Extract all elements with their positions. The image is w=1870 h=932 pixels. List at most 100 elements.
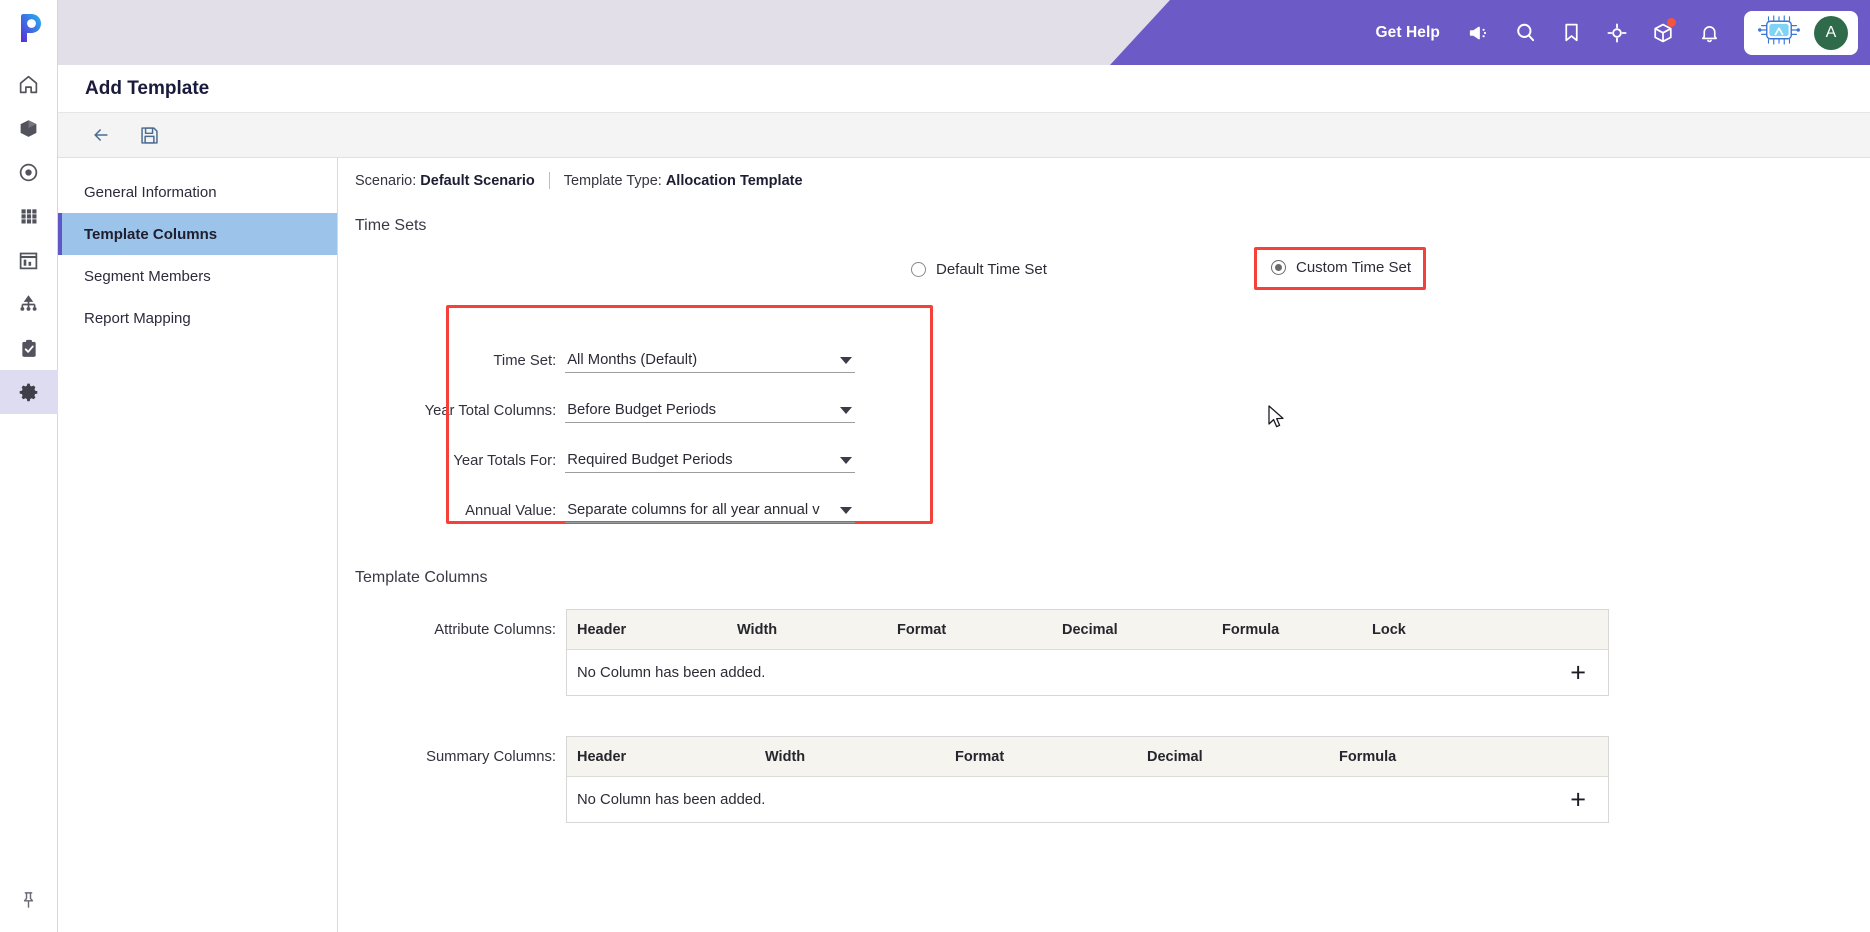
left-rail (0, 0, 58, 932)
nav-item-report-mapping[interactable]: Report Mapping (58, 297, 337, 339)
table-empty-row: No Column has been added. + (567, 777, 1608, 822)
app-logo[interactable] (0, 0, 58, 56)
template-columns-heading: Template Columns (355, 569, 488, 586)
field-label: Time Set: (493, 353, 557, 369)
year-total-columns-select[interactable]: Before Budget Periods (565, 402, 855, 423)
field-label: Year Totals For: (453, 453, 557, 469)
attribute-columns-table: Header Width Format Decimal Formula Lock… (566, 609, 1609, 696)
field-time-set: Time Set: All Months (Default) (394, 323, 855, 373)
field-year-totals-for: Year Totals For: Required Budget Periods (394, 423, 855, 473)
avatar[interactable]: A (1814, 15, 1848, 50)
nav-item-template-columns[interactable]: Template Columns (58, 213, 337, 255)
target-icon (18, 162, 39, 183)
back-button[interactable] (80, 118, 122, 152)
main-panel: Scenario: Default Scenario Template Type… (338, 158, 1870, 932)
crosshair-icon (1606, 22, 1628, 44)
template-type-value: Allocation Template (665, 172, 803, 189)
column-header-formula: Formula (1222, 621, 1280, 638)
scenario-value: Default Scenario (420, 172, 535, 189)
content-area: General Information Template Columns Seg… (58, 158, 1870, 932)
app-root: Get Help A Add Template General Informat… (0, 0, 1870, 932)
nav-item-label: Report Mapping (84, 309, 191, 327)
rail-item-targets[interactable] (0, 150, 58, 194)
template-type-label: Template Type: (563, 172, 662, 189)
navigator-button[interactable] (1594, 9, 1640, 57)
column-header-header: Header (577, 621, 627, 638)
radio-label: Default Time Set (936, 261, 1047, 278)
add-attribute-column-button[interactable]: + (1570, 659, 1586, 686)
pushpin-icon (19, 890, 38, 915)
rail-item-grid[interactable] (0, 194, 58, 238)
column-header-formula: Formula (1339, 748, 1397, 765)
table-header-row: Header Width Format Decimal Formula (567, 737, 1608, 777)
radio-button-circle-selected (1271, 260, 1286, 275)
column-header-format: Format (897, 621, 947, 638)
clipboard-icon (19, 338, 39, 359)
year-totals-for-select[interactable]: Required Budget Periods (565, 452, 855, 473)
action-toolbar (58, 113, 1870, 158)
rail-item-settings[interactable] (0, 370, 58, 414)
summary-columns-table: Header Width Format Decimal Formula No C… (566, 736, 1609, 823)
nav-item-label: Segment Members (84, 267, 211, 285)
gear-icon (18, 382, 39, 403)
summary-columns-block: Summary Columns: Header Width Format Dec… (338, 736, 1870, 823)
megaphone-icon (1468, 22, 1490, 44)
announcements-button[interactable] (1456, 9, 1502, 57)
rail-item-models[interactable] (0, 106, 58, 150)
field-label: Annual Value: (465, 503, 557, 519)
column-header-width: Width (765, 748, 806, 765)
page-title: Add Template (85, 77, 210, 99)
bar-chart-icon (18, 250, 39, 271)
rail-item-home[interactable] (0, 62, 58, 106)
chevron-down-icon (840, 357, 852, 364)
page-title-bar: Add Template (58, 65, 1870, 113)
home-icon (18, 74, 39, 95)
select-value: Before Budget Periods (567, 402, 717, 418)
search-button[interactable] (1502, 9, 1548, 57)
table-empty-row: No Column has been added. + (567, 650, 1608, 695)
nav-item-segment-members[interactable]: Segment Members (58, 255, 337, 297)
rail-item-reports[interactable] (0, 238, 58, 282)
ai-chip-icon[interactable] (1758, 15, 1800, 50)
apps-button[interactable] (1640, 9, 1686, 57)
empty-message: No Column has been added. (577, 791, 766, 808)
rail-pin[interactable] (0, 872, 58, 932)
field-year-total-columns: Year Total Columns: Before Budget Period… (394, 373, 855, 423)
column-header-decimal: Decimal (1062, 621, 1118, 638)
floppy-disk-icon (139, 125, 160, 146)
column-header-lock: Lock (1372, 621, 1406, 638)
grid-icon (19, 206, 39, 226)
section-nav-panel: General Information Template Columns Seg… (58, 158, 338, 932)
bell-icon (1699, 22, 1720, 44)
cube-icon (18, 118, 39, 139)
field-label: Year Total Columns: (424, 403, 557, 419)
column-header-format: Format (955, 748, 1005, 765)
arrow-left-icon (90, 125, 112, 145)
custom-time-set-form: Time Set: All Months (Default) Year Tota… (394, 305, 933, 543)
add-summary-column-button[interactable]: + (1570, 786, 1586, 813)
time-set-select[interactable]: All Months (Default) (565, 352, 855, 373)
chevron-down-icon (840, 457, 852, 464)
radio-custom-time-set[interactable]: Custom Time Set (1263, 253, 1419, 282)
top-bar: Get Help A (58, 0, 1870, 65)
chevron-down-icon (840, 507, 852, 514)
rail-item-hierarchy[interactable] (0, 282, 58, 326)
chevron-down-icon (840, 407, 852, 414)
save-button[interactable] (128, 118, 170, 152)
radio-default-time-set[interactable]: Default Time Set (903, 255, 1055, 284)
notification-badge-dot (1667, 17, 1676, 27)
nav-item-general-information[interactable]: General Information (58, 171, 337, 213)
hierarchy-icon (18, 294, 39, 315)
get-help-button[interactable]: Get Help (1359, 24, 1456, 42)
notifications-button[interactable] (1686, 9, 1732, 57)
time-sets-heading: Time Sets (355, 217, 427, 234)
select-value: Required Budget Periods (567, 452, 733, 468)
attribute-columns-block: Attribute Columns: Header Width Format D… (338, 609, 1870, 696)
select-value: Separate columns for all year annual v (567, 502, 820, 518)
annual-value-select[interactable]: Separate columns for all year annual v (565, 502, 855, 523)
breadcrumb: Scenario: Default Scenario Template Type… (338, 158, 1870, 189)
bookmarks-button[interactable] (1548, 9, 1594, 57)
rail-item-tasks[interactable] (0, 326, 58, 370)
user-chip[interactable]: A (1744, 10, 1858, 55)
breadcrumb-separator (548, 172, 550, 189)
